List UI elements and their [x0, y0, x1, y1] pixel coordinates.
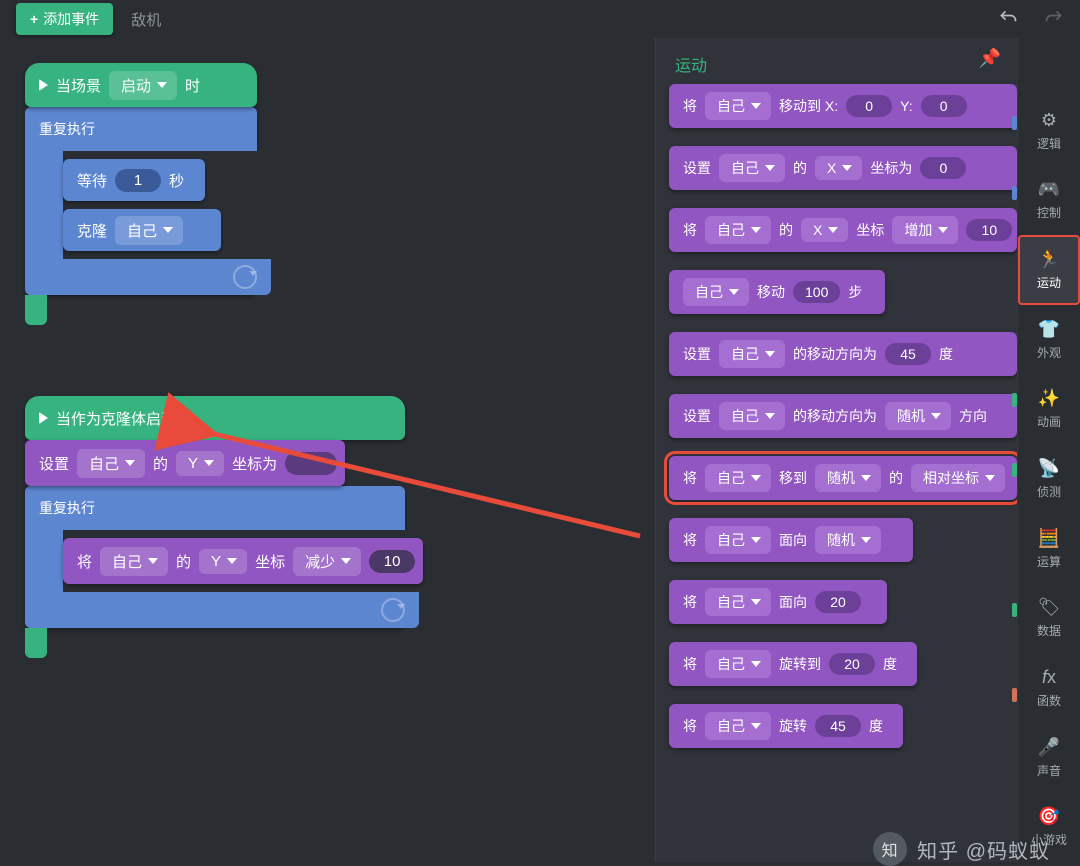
play-icon: [39, 79, 48, 91]
hat1-dropdown[interactable]: 启动: [109, 71, 177, 100]
watermark-avatar: 知: [873, 832, 907, 866]
tab-enemy[interactable]: 敌机: [131, 9, 161, 30]
stack-end-1: [25, 295, 47, 325]
cat-sound[interactable]: 🎤声音: [1018, 723, 1080, 793]
cat-anim[interactable]: ✨动画: [1018, 375, 1080, 445]
dec-value[interactable]: 10: [369, 550, 415, 573]
logic-icon: ⚙: [1041, 110, 1057, 131]
add-event-button[interactable]: + 添加事件: [16, 3, 113, 35]
mini-icon: 🎯: [1038, 806, 1060, 827]
set-value[interactable]: [285, 452, 337, 475]
func-icon: fx: [1042, 667, 1056, 688]
pb-set-coord[interactable]: 设置 自己 的 X 坐标为 0: [669, 146, 1017, 190]
topbar: + 添加事件 敌机: [0, 0, 1080, 38]
block-palette: 运动 📌 将 自己 移动到 X: 0 Y: 0 设置 自己 的 X: [655, 38, 1017, 862]
loop-forever[interactable]: 重复执行 等待 1 秒 克隆 自己: [25, 107, 257, 295]
set-axis-dd[interactable]: Y: [176, 451, 224, 476]
cat-data[interactable]: 🏷数据: [1018, 583, 1080, 653]
dec-target-dd[interactable]: 自己: [100, 547, 168, 576]
redo-icon[interactable]: [1044, 8, 1064, 31]
pb-set-dir-random[interactable]: 设置 自己 的移动方向为 随机 方向: [669, 394, 1017, 438]
sound-icon: 🎤: [1038, 737, 1060, 758]
control-icon: 🎮: [1038, 179, 1060, 200]
stack-end-2: [25, 628, 47, 658]
hat-scene-start[interactable]: 当场景 启动 时: [25, 63, 257, 107]
pb-move-to-xy[interactable]: 将 自己 移动到 X: 0 Y: 0: [669, 84, 1017, 128]
motion-icon: 🏃: [1038, 249, 1060, 270]
loop-forever-2[interactable]: 重复执行 将 自己 的 Y 坐标 减少 10: [25, 486, 405, 628]
pb-change-coord[interactable]: 将 自己 的 X 坐标 增加 10: [669, 208, 1017, 252]
loop-label-2: 重复执行: [39, 498, 95, 518]
cat-motion[interactable]: 🏃运动: [1018, 235, 1080, 305]
dec-op-dd[interactable]: 减少: [293, 547, 361, 576]
set-y-block[interactable]: 设置 自己 的 Y 坐标为: [25, 440, 345, 486]
hat1-suffix: 时: [185, 75, 200, 96]
cat-sense[interactable]: 📡侦测: [1018, 444, 1080, 514]
hat2-label: 当作为克隆体启动时: [56, 408, 191, 429]
pb-set-dir-deg[interactable]: 设置 自己 的移动方向为 45 度: [669, 332, 1017, 376]
anim-icon: ✨: [1038, 388, 1060, 409]
pb-rotate-by[interactable]: 将 自己 旋转 45 度: [669, 704, 903, 748]
watermark-text: 知乎 @码蚁蚁: [917, 835, 1050, 864]
clone-block[interactable]: 克隆 自己: [63, 209, 221, 251]
loop-label: 重复执行: [39, 119, 95, 139]
hat-clone-start[interactable]: 当作为克隆体启动时: [25, 396, 405, 440]
edge-tick: [1012, 603, 1017, 617]
data-icon: 🏷: [1038, 597, 1061, 618]
cat-control[interactable]: 🎮控制: [1018, 166, 1080, 236]
sense-icon: 📡: [1038, 458, 1060, 479]
calc-icon: 🧮: [1038, 528, 1060, 549]
block-canvas[interactable]: 当场景 启动 时 重复执行 等待 1 秒 克: [0, 38, 655, 862]
hat1-prefix: 当场景: [56, 75, 101, 96]
loop-icon: [233, 265, 257, 289]
cat-logic[interactable]: ⚙逻辑: [1018, 96, 1080, 166]
edge-tick: [1012, 393, 1017, 407]
pb-move-to-relative[interactable]: 将 自己 移到 随机 的 相对坐标: [669, 456, 1017, 500]
undo-icon[interactable]: [998, 8, 1018, 31]
pin-icon[interactable]: 📌: [979, 48, 1001, 69]
pb-move-steps[interactable]: 自己 移动 100 步: [669, 270, 885, 314]
edge-tick: [1012, 186, 1017, 200]
add-event-label: 添加事件: [43, 9, 99, 29]
wait-value[interactable]: 1: [115, 169, 161, 192]
watermark: 知 知乎 @码蚁蚁: [873, 832, 1050, 866]
play-icon: [39, 412, 48, 424]
pb-face-random[interactable]: 将 自己 面向 随机: [669, 518, 913, 562]
plus-icon: +: [30, 11, 38, 27]
loop-icon: [381, 598, 405, 622]
pb-rotate-to[interactable]: 将 自己 旋转到 20 度: [669, 642, 917, 686]
edge-tick: [1012, 688, 1017, 702]
wait-block[interactable]: 等待 1 秒: [63, 159, 205, 201]
edge-tick: [1012, 463, 1017, 477]
set-target-dd[interactable]: 自己: [77, 449, 145, 478]
edge-tick: [1012, 116, 1017, 130]
cat-func[interactable]: fx函数: [1018, 653, 1080, 723]
clone-dropdown[interactable]: 自己: [115, 216, 183, 245]
cat-calc[interactable]: 🧮运算: [1018, 514, 1080, 584]
panel-title: 运动: [675, 52, 1017, 76]
dec-y-block[interactable]: 将 自己 的 Y 坐标 减少 10: [63, 538, 423, 584]
dec-axis-dd[interactable]: Y: [199, 549, 247, 574]
category-column: ⚙逻辑 🎮控制 🏃运动 👕外观 ✨动画 📡侦测 🧮运算 🏷数据 fx函数 🎤声音…: [1017, 38, 1080, 862]
look-icon: 👕: [1038, 319, 1060, 340]
cat-look[interactable]: 👕外观: [1018, 305, 1080, 375]
pb-face-deg[interactable]: 将 自己 面向 20: [669, 580, 887, 624]
